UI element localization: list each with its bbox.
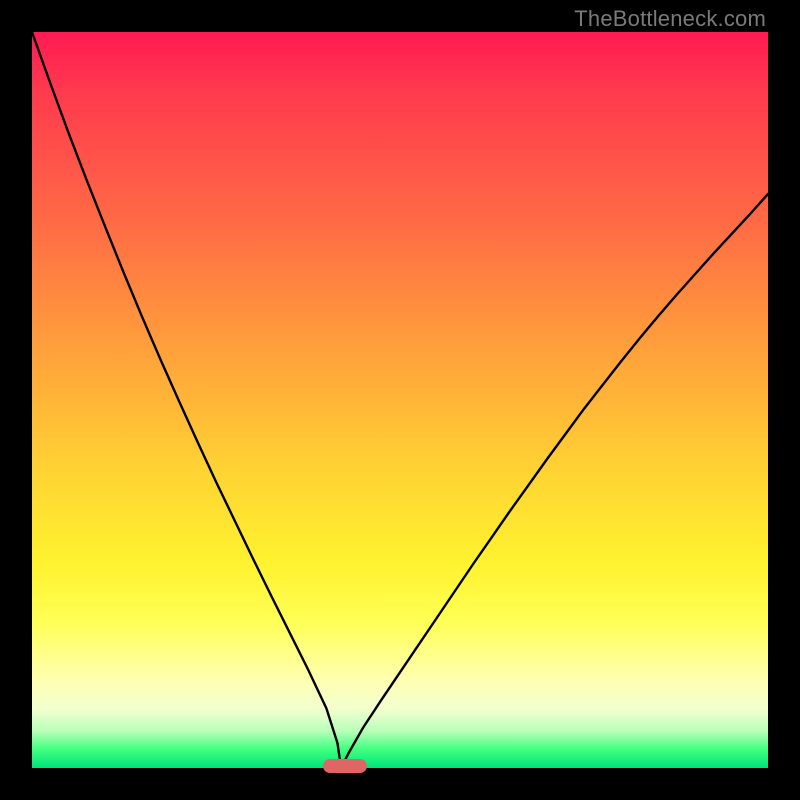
chart-outer-frame: TheBottleneck.com bbox=[0, 0, 800, 800]
bottleneck-curve bbox=[32, 32, 768, 768]
curve-path bbox=[32, 32, 768, 768]
minimum-marker bbox=[323, 759, 367, 773]
watermark-label: TheBottleneck.com bbox=[574, 6, 766, 32]
chart-plot-area bbox=[32, 32, 768, 768]
